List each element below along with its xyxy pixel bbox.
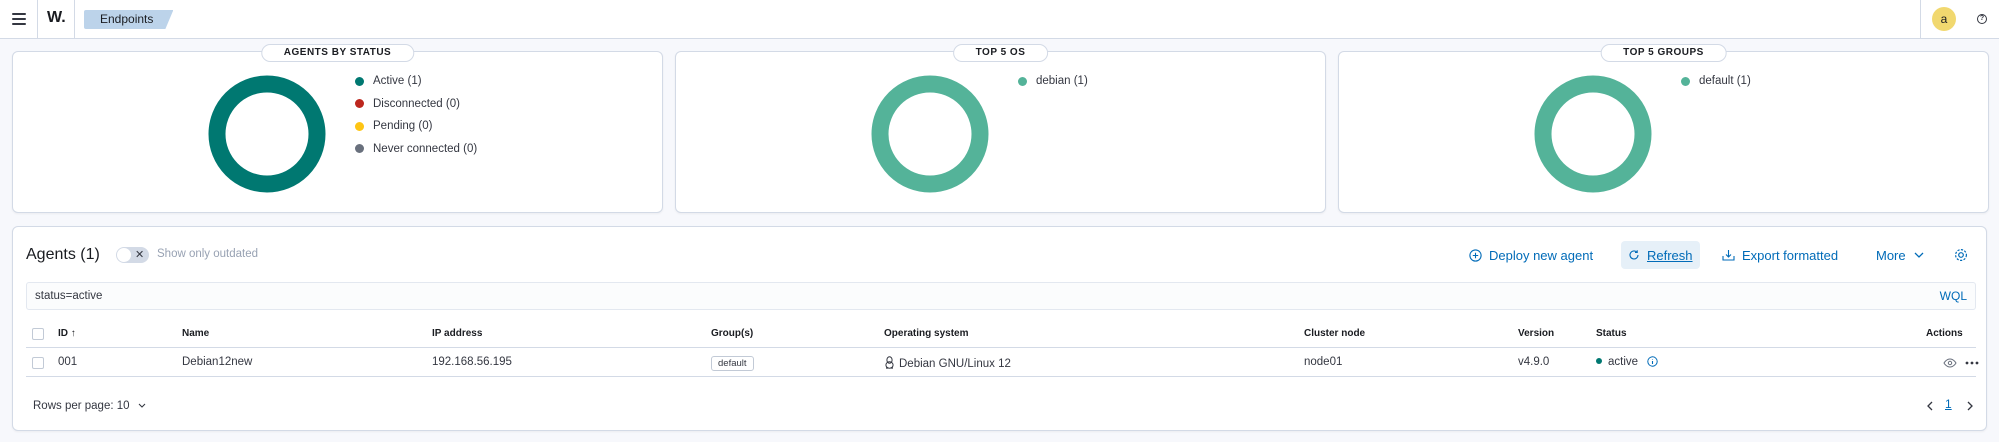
top-groups-card: TOP 5 GROUPS default (1)	[1338, 44, 1989, 213]
wql-button[interactable]: WQL	[1940, 289, 1967, 303]
column-header-groups[interactable]: Group(s)	[711, 328, 753, 339]
top-bar: W. Endpoints a ?	[0, 0, 1999, 39]
column-header-ip[interactable]: IP address	[432, 328, 482, 339]
table-header: ID ↑ Name IP address Group(s) Operating …	[26, 320, 1976, 348]
toggle-off-icon: ✕	[135, 249, 145, 261]
cell-status: active	[1596, 356, 1658, 368]
cell-os: Debian GNU/Linux 12	[884, 356, 1011, 370]
toggle-knob	[117, 248, 131, 262]
deploy-new-agent-button[interactable]: Deploy new agent	[1469, 241, 1593, 269]
help-icon[interactable]: ?	[1977, 14, 1987, 24]
column-header-status[interactable]: Status	[1596, 328, 1627, 339]
info-icon[interactable]	[1647, 356, 1658, 367]
column-header-id[interactable]: ID ↑	[58, 328, 76, 339]
donut-slice-active	[208, 75, 326, 193]
groups-legend: default (1)	[1681, 70, 1751, 93]
legend-dot	[1018, 76, 1027, 86]
sort-ascending-icon: ↑	[70, 328, 76, 339]
column-header-actions: Actions	[1926, 328, 1963, 339]
legend-item-never-connected[interactable]: Never connected (0)	[355, 138, 477, 161]
row-checkbox[interactable]	[32, 357, 44, 369]
legend-item-disconnected[interactable]: Disconnected (0)	[355, 93, 477, 116]
cell-cluster: node01	[1304, 356, 1343, 368]
export-formatted-button[interactable]: Export formatted	[1722, 241, 1838, 269]
search-bar: WQL	[26, 282, 1976, 310]
status-donut-chart	[208, 75, 326, 193]
cell-id: 001	[58, 356, 78, 368]
refresh-icon	[1629, 250, 1639, 260]
cell-version: v4.9.0	[1518, 356, 1550, 368]
card-title: TOP 5 GROUPS	[1600, 44, 1727, 62]
chevron-down-icon	[138, 403, 146, 408]
hamburger-menu-icon[interactable]	[10, 10, 28, 28]
column-header-cluster[interactable]: Cluster node	[1304, 328, 1365, 339]
column-header-version[interactable]: Version	[1518, 328, 1554, 339]
status-dot	[1596, 358, 1602, 364]
group-badge[interactable]: default	[711, 356, 754, 371]
cell-name: Debian12new	[182, 356, 253, 368]
plus-circle-icon	[1469, 248, 1482, 262]
card-title: AGENTS BY STATUS	[260, 44, 415, 62]
legend-dot	[355, 99, 364, 109]
divider	[74, 0, 75, 39]
linux-tux-icon	[885, 356, 894, 369]
column-header-name[interactable]: Name	[182, 328, 209, 339]
show-outdated-toggle[interactable]: ✕	[116, 247, 149, 263]
table-row[interactable]: 001 Debian12new 192.168.56.195 default D…	[26, 349, 1979, 377]
os-legend: debian (1)	[1018, 70, 1088, 93]
page-number-1[interactable]: 1	[1945, 397, 1952, 411]
legend-item-active[interactable]: Active (1)	[355, 70, 477, 93]
user-avatar[interactable]: a	[1932, 7, 1956, 31]
legend-item-pending[interactable]: Pending (0)	[355, 115, 477, 138]
status-legend: Active (1) Disconnected (0) Pending (0) …	[355, 70, 477, 160]
legend-dot	[355, 76, 364, 86]
refresh-button[interactable]: Refresh	[1621, 241, 1700, 269]
more-dropdown-button[interactable]: More	[1876, 241, 1924, 269]
divider	[1920, 0, 1921, 39]
groups-donut-chart	[1534, 75, 1652, 193]
gear-icon[interactable]	[1953, 247, 1969, 263]
eye-icon[interactable]	[1943, 358, 1957, 368]
legend-dot	[355, 121, 364, 131]
legend-item-default[interactable]: default (1)	[1681, 70, 1751, 93]
divider	[37, 0, 38, 39]
search-input[interactable]	[35, 287, 1885, 305]
agents-title: Agents (1)	[26, 246, 100, 263]
breadcrumb-endpoints[interactable]: Endpoints	[84, 10, 173, 29]
os-donut-chart	[871, 75, 989, 193]
cell-ip: 192.168.56.195	[432, 356, 512, 368]
rows-per-page-selector[interactable]: Rows per page: 10	[33, 400, 146, 412]
legend-item-debian[interactable]: debian (1)	[1018, 70, 1088, 93]
select-all-checkbox[interactable]	[32, 328, 44, 340]
legend-dot	[355, 144, 364, 154]
next-page-icon[interactable]	[1967, 401, 1974, 411]
export-icon	[1722, 250, 1735, 261]
agents-panel: Agents (1) ✕ Show only outdated Deploy n…	[12, 226, 1987, 431]
donut-slice-default	[1534, 75, 1652, 193]
previous-page-icon[interactable]	[1926, 401, 1933, 411]
app-logo[interactable]: W.	[47, 9, 66, 27]
show-outdated-label: Show only outdated	[157, 248, 259, 260]
chevron-down-icon	[1914, 252, 1924, 258]
legend-dot	[1681, 76, 1690, 86]
card-title: TOP 5 OS	[952, 44, 1049, 62]
column-header-os[interactable]: Operating system	[884, 328, 968, 339]
donut-slice-debian	[871, 75, 989, 193]
agents-by-status-card: AGENTS BY STATUS Active (1) Disconnected…	[12, 44, 663, 213]
top-os-card: TOP 5 OS debian (1)	[675, 44, 1326, 213]
more-actions-icon[interactable]	[1965, 361, 1979, 365]
